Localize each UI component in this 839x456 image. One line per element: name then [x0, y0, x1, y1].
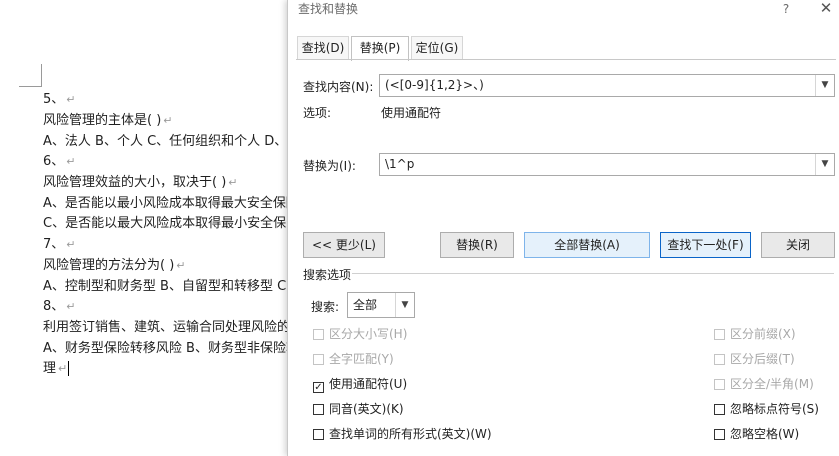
dialog-title: 查找和替换: [298, 2, 359, 16]
checkbox-icon: [714, 329, 725, 340]
option-label: 全字匹配(Y): [329, 352, 394, 366]
checkbox-icon: [313, 354, 324, 365]
document-line-text: 风险管理的主体是( ): [43, 113, 162, 128]
option-checkbox: 区分前缀(X): [714, 326, 796, 342]
find-replace-dialog: 查找和替换 ? ✕ 查找(D) 替换(P) 定位(G) 查找内容(N): (<[…: [287, 0, 839, 456]
document-line-text: 7、: [43, 237, 65, 252]
document-line[interactable]: 5、 ↵: [43, 90, 76, 110]
replace-label: 替换为(I):: [303, 159, 356, 173]
checkmark-icon[interactable]: ✓: [313, 382, 324, 393]
find-next-button[interactable]: 查找下一处(F): [660, 232, 751, 258]
paragraph-mark-icon: ↵: [163, 114, 173, 127]
chevron-down-icon[interactable]: ▼: [815, 75, 834, 96]
chevron-down-icon[interactable]: ▼: [395, 293, 414, 317]
checkbox-icon[interactable]: [313, 429, 324, 440]
document-line-text: 风险管理效益的大小，取决于( ): [43, 175, 227, 190]
paragraph-mark-icon: ↵: [176, 259, 186, 272]
option-label: 同音(英文)(K): [329, 402, 404, 416]
options-label: 选项:: [303, 106, 332, 120]
document-line[interactable]: C、是否能以最大风险成本取得最小安全保障: [43, 214, 299, 234]
option-label: 忽略空格(W): [730, 427, 800, 441]
option-label: 查找单词的所有形式(英文)(W): [329, 427, 492, 441]
document-line[interactable]: A、是否能以最小风险成本取得最大安全保障: [43, 194, 299, 214]
close-icon[interactable]: ✕: [818, 0, 834, 18]
replace-input-value: \1^p: [385, 157, 415, 171]
option-checkbox: 区分全/半角(M): [714, 376, 814, 392]
help-button[interactable]: ?: [779, 0, 793, 18]
option-label: 区分后缀(T): [730, 352, 795, 366]
search-direction-value: 全部: [353, 298, 378, 312]
close-button[interactable]: 关闭: [761, 232, 835, 258]
option-label: 区分前缀(X): [730, 327, 796, 341]
checkbox-icon: [714, 379, 725, 390]
document-line-text: 理: [43, 361, 57, 376]
option-checkbox: 全字匹配(Y): [313, 351, 394, 367]
option-checkbox[interactable]: 同音(英文)(K): [313, 401, 404, 417]
paragraph-mark-icon: ↵: [66, 300, 76, 313]
replace-all-button[interactable]: 全部替换(A): [524, 232, 650, 258]
document-line-text: 6、: [43, 154, 65, 169]
replace-input[interactable]: \1^p ▼: [379, 153, 835, 176]
option-checkbox: 区分后缀(T): [714, 351, 795, 367]
search-label: 搜索:: [311, 300, 340, 314]
checkbox-icon: [714, 354, 725, 365]
document-line[interactable]: A、财务型保险转移风险 B、财务型非保险转: [43, 339, 299, 359]
document-line[interactable]: 风险管理的方法分为( ) ↵: [43, 256, 186, 276]
document-line[interactable]: 7、 ↵: [43, 235, 76, 255]
option-label: 忽略标点符号(S): [730, 402, 819, 416]
paragraph-mark-icon: ↵: [66, 238, 76, 251]
document-line[interactable]: 8、 ↵: [43, 297, 76, 317]
document-line[interactable]: A、控制型和财务型 B、自留型和转移型 C: [43, 277, 286, 297]
find-label: 查找内容(N):: [303, 80, 374, 94]
document-line-text: A、法人 B、个人 C、任何组织和个人 D、: [43, 134, 288, 149]
replace-button[interactable]: 替换(R): [440, 232, 514, 258]
search-options-title: 搜索选项: [303, 268, 352, 282]
checkbox-icon[interactable]: [714, 404, 725, 415]
option-checkbox[interactable]: ✓ 使用通配符(U): [313, 376, 408, 393]
option-label: 区分全/半角(M): [730, 377, 814, 391]
document-line[interactable]: A、法人 B、个人 C、任何组织和个人 D、: [43, 132, 287, 152]
document-line-text: A、是否能以最小风险成本取得最大安全保障: [43, 196, 299, 211]
document-line-text: C、是否能以最大风险成本取得最小安全保障: [43, 216, 300, 231]
chevron-down-icon[interactable]: ▼: [815, 154, 834, 175]
document-line-text: A、控制型和财务型 B、自留型和转移型 C: [43, 279, 287, 294]
tab-replace[interactable]: 替换(P): [351, 36, 409, 61]
option-checkbox[interactable]: 忽略空格(W): [714, 426, 799, 442]
document-line[interactable]: 利用签订销售、建筑、运输合同处理风险的: [43, 318, 290, 338]
option-checkbox[interactable]: 查找单词的所有形式(英文)(W): [313, 426, 492, 442]
paragraph-mark-icon: ↵: [66, 93, 76, 106]
tab-find[interactable]: 查找(D): [297, 36, 349, 60]
options-value: 使用通配符: [381, 106, 442, 120]
text-caret: [68, 361, 70, 376]
document-line-text: 风险管理的方法分为( ): [43, 258, 175, 273]
paragraph-mark-icon: ↵: [58, 362, 68, 375]
section-divider: [352, 273, 834, 274]
document-line-text: A、财务型保险转移风险 B、财务型非保险转: [43, 341, 299, 356]
document-line[interactable]: 6、 ↵: [43, 152, 76, 172]
option-label: 区分大小写(H): [329, 327, 408, 341]
checkbox-icon[interactable]: [313, 404, 324, 415]
option-checkbox: 区分大小写(H): [313, 326, 407, 342]
document-line-text: 利用签订销售、建筑、运输合同处理风险的: [43, 320, 291, 335]
tab-divider: [296, 59, 836, 60]
tab-goto[interactable]: 定位(G): [411, 36, 463, 60]
find-input-value: (<[0-9]{1,2}>、): [385, 78, 484, 92]
checkbox-icon[interactable]: [714, 429, 725, 440]
search-direction-select[interactable]: 全部 ▼: [347, 292, 415, 318]
option-label: 使用通配符(U): [329, 377, 408, 391]
document-line-text: 5、: [43, 92, 65, 107]
find-input[interactable]: (<[0-9]{1,2}>、) ▼: [379, 74, 835, 97]
option-checkbox[interactable]: 忽略标点符号(S): [714, 401, 819, 417]
document-line[interactable]: 风险管理的主体是( ) ↵: [43, 111, 173, 131]
less-button[interactable]: << 更少(L): [303, 232, 385, 258]
paragraph-mark-icon: ↵: [228, 176, 238, 189]
dialog-titlebar[interactable]: 查找和替换 ? ✕: [288, 0, 839, 20]
document-line[interactable]: 风险管理效益的大小，取决于( ) ↵: [43, 173, 238, 193]
document-line-text: 8、: [43, 299, 65, 314]
paragraph-mark-icon: ↵: [66, 155, 76, 168]
document-page[interactable]: 5、 ↵ 风险管理的主体是( ) ↵ A、法人 B、个人 C、任何组织和个人 D、 6、 ↵…: [0, 0, 300, 456]
margin-corner-mark: [19, 64, 42, 87]
document-line[interactable]: 理 ↵: [43, 359, 70, 379]
checkbox-icon: [313, 329, 324, 340]
